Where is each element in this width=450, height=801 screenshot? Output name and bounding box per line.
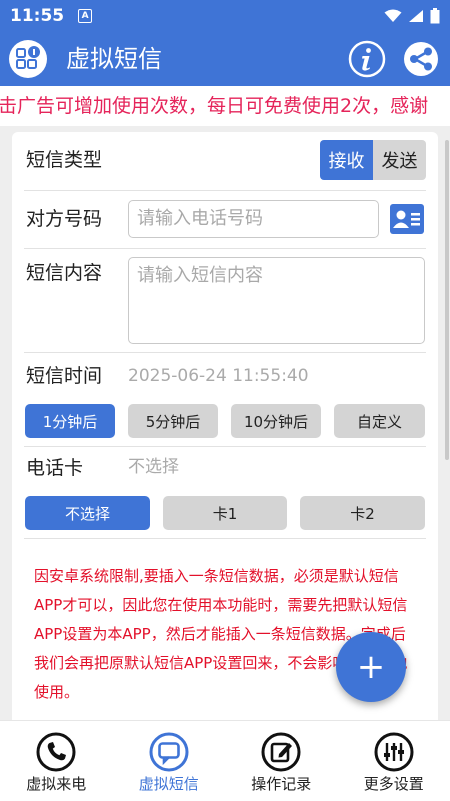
sms-time-label: 短信时间 xyxy=(26,365,103,387)
sim-card-value: 不选择 xyxy=(128,457,179,477)
phone-icon xyxy=(36,732,76,772)
nav-label: 虚拟短信 xyxy=(138,775,199,793)
sliders-icon xyxy=(374,732,414,772)
time-preset-1min-button[interactable]: 1分钟后 xyxy=(25,404,115,438)
divider xyxy=(24,446,426,447)
time-preset-10min-button[interactable]: 10分钟后 xyxy=(231,404,321,438)
bottom-nav: 虚拟来电 虚拟短信 操作记录 更多设置 xyxy=(0,720,450,801)
app-bar: 虚拟短信 xyxy=(0,32,450,86)
status-time: 11:55 xyxy=(10,6,65,26)
nav-item-virtual-call[interactable]: 虚拟来电 xyxy=(0,721,113,801)
sms-type-receive-button[interactable]: 接收 xyxy=(320,140,373,180)
battery-icon xyxy=(430,8,440,24)
status-bar: 11:55 A xyxy=(0,0,450,32)
message-icon xyxy=(149,732,189,772)
nav-label: 操作记录 xyxy=(251,775,312,793)
app-logo-icon xyxy=(9,40,47,78)
sms-content-input[interactable]: 请输入短信内容 xyxy=(128,257,425,344)
info-icon[interactable] xyxy=(348,40,386,78)
contact-card-icon[interactable] xyxy=(390,204,424,234)
sms-type-label: 短信类型 xyxy=(26,149,103,171)
sim-card-label: 电话卡 xyxy=(26,457,84,479)
notification-icon: A xyxy=(78,9,93,23)
divider xyxy=(24,248,426,249)
wifi-icon xyxy=(384,9,402,22)
nav-label: 更多设置 xyxy=(363,775,424,793)
sim-card2-button[interactable]: 卡2 xyxy=(300,496,425,530)
marquee-text: 击广告可增加使用次数，每日可免费使用2次，感谢 xyxy=(0,95,429,117)
sms-time-value[interactable]: 2025-06-24 11:55:40 xyxy=(128,363,309,389)
sms-type-toggle: 接收 发送 xyxy=(320,140,426,180)
edit-note-icon xyxy=(261,732,301,772)
time-preset-5min-button[interactable]: 5分钟后 xyxy=(128,404,218,438)
ad-marquee[interactable]: 击广告可增加使用次数，每日可免费使用2次，感谢 xyxy=(0,86,450,126)
sim-card1-button[interactable]: 卡1 xyxy=(163,496,287,530)
signal-icon xyxy=(409,10,423,22)
scrollbar[interactable] xyxy=(445,140,449,460)
peer-number-input[interactable]: 请输入电话号码 xyxy=(128,200,379,238)
add-fab-button[interactable]: + xyxy=(336,632,406,702)
share-icon[interactable] xyxy=(402,40,440,78)
peer-number-label: 对方号码 xyxy=(26,208,103,230)
plus-icon: + xyxy=(356,647,386,687)
nav-item-virtual-sms[interactable]: 虚拟短信 xyxy=(113,721,226,801)
page-title: 虚拟短信 xyxy=(66,45,162,73)
sms-type-send-button[interactable]: 发送 xyxy=(373,140,426,180)
divider xyxy=(24,538,426,539)
sim-none-button[interactable]: 不选择 xyxy=(25,496,150,530)
status-indicators xyxy=(384,8,440,24)
time-preset-custom-button[interactable]: 自定义 xyxy=(334,404,425,438)
divider xyxy=(24,190,426,191)
divider xyxy=(24,352,426,353)
nav-item-operation-log[interactable]: 操作记录 xyxy=(225,721,338,801)
nav-label: 虚拟来电 xyxy=(26,775,87,793)
nav-item-more-settings[interactable]: 更多设置 xyxy=(338,721,450,801)
sms-content-label: 短信内容 xyxy=(26,262,103,284)
